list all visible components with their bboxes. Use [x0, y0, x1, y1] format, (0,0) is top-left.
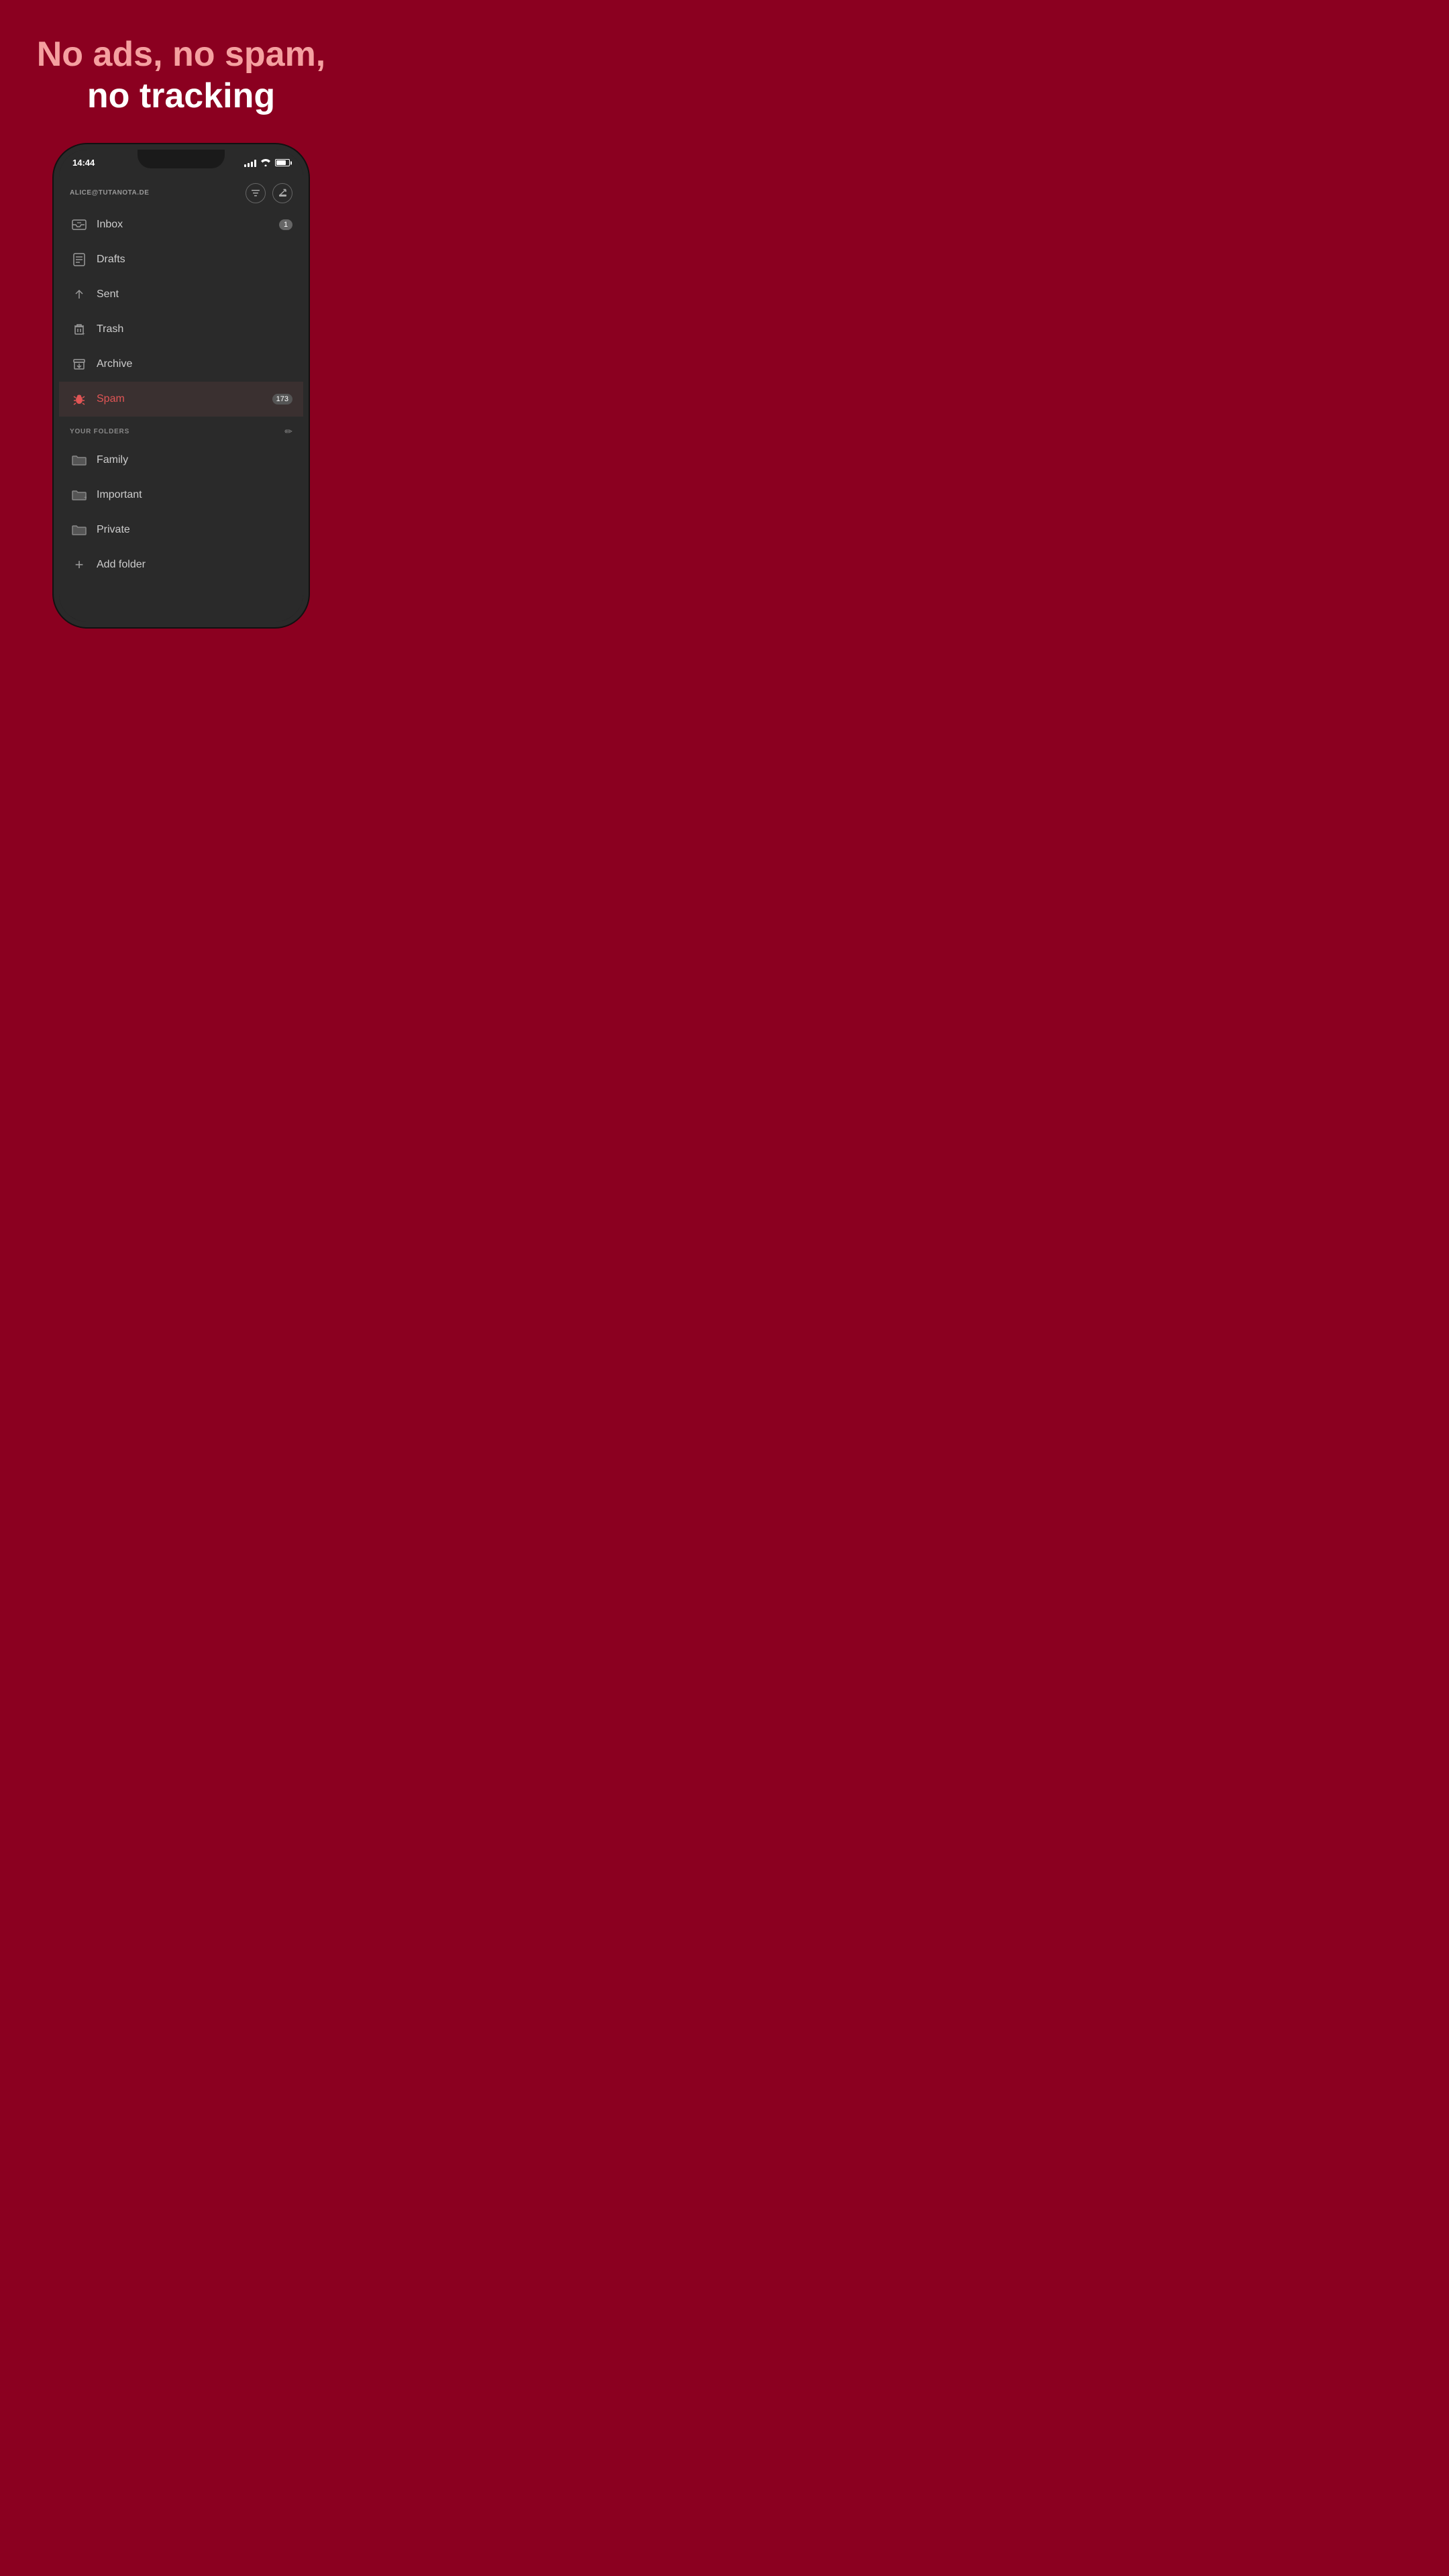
inbox-icon — [70, 215, 89, 234]
sent-icon — [70, 285, 89, 304]
add-folder-icon: + — [70, 555, 89, 574]
sidebar-item-important[interactable]: + Important — [59, 478, 303, 513]
trash-icon: + — [70, 320, 89, 339]
filter-button[interactable] — [246, 183, 266, 203]
add-folder-label: Add folder — [97, 559, 292, 571]
signal-icon — [244, 159, 256, 167]
family-folder-icon — [70, 451, 89, 470]
add-folder-button[interactable]: + Add folder — [59, 547, 303, 582]
inbox-label: Inbox — [97, 219, 279, 231]
hero-line1: No ads, no spam, — [37, 35, 326, 74]
sidebar-item-private[interactable]: Private — [59, 513, 303, 547]
drawer: ALICE@TUTANOTA.DE — [59, 174, 303, 582]
spam-badge: 173 — [272, 394, 292, 405]
phone-notch — [138, 150, 225, 168]
drafts-icon — [70, 250, 89, 269]
phone-frame: 14:44 ALICE@TU — [54, 144, 309, 627]
status-icons — [244, 159, 290, 167]
private-label: Private — [97, 524, 292, 536]
sidebar-item-family[interactable]: Family — [59, 443, 303, 478]
important-label: Important — [97, 489, 292, 501]
folders-section-title: YOUR FOLDERS — [70, 428, 129, 435]
sent-label: Sent — [97, 288, 292, 301]
compose-button[interactable] — [272, 183, 292, 203]
drawer-header: ALICE@TUTANOTA.DE — [59, 174, 303, 207]
sidebar-item-trash[interactable]: + Trash — [59, 312, 303, 347]
sidebar-item-spam[interactable]: Spam 173 — [59, 382, 303, 417]
archive-icon — [70, 355, 89, 374]
hero-line2: no tracking — [87, 76, 275, 115]
sidebar-item-archive[interactable]: Archive — [59, 347, 303, 382]
important-folder-icon: + — [70, 486, 89, 504]
drafts-label: Drafts — [97, 254, 292, 266]
battery-icon — [275, 159, 290, 166]
status-time: 14:44 — [72, 158, 95, 168]
inbox-badge: 1 — [279, 219, 292, 230]
spam-icon — [70, 390, 89, 409]
trash-label: Trash — [97, 323, 292, 335]
sidebar-item-inbox[interactable]: Inbox 1 — [59, 207, 303, 242]
header-icons — [246, 183, 292, 203]
wifi-icon — [261, 159, 270, 166]
svg-text:+: + — [84, 494, 87, 501]
archive-label: Archive — [97, 358, 292, 370]
account-email: ALICE@TUTANOTA.DE — [70, 189, 149, 197]
folders-section-header: YOUR FOLDERS ✏ — [59, 417, 303, 443]
app-screen: ALICE@TUTANOTA.DE — [59, 174, 303, 622]
family-label: Family — [97, 454, 292, 466]
hero-section: No ads, no spam, no tracking — [10, 0, 353, 138]
sidebar-item-sent[interactable]: Sent — [59, 277, 303, 312]
private-folder-icon — [70, 521, 89, 539]
svg-text:+: + — [82, 331, 85, 336]
spam-label: Spam — [97, 393, 272, 405]
sidebar-item-drafts[interactable]: Drafts — [59, 242, 303, 277]
folders-edit-button[interactable]: ✏ — [284, 426, 292, 437]
